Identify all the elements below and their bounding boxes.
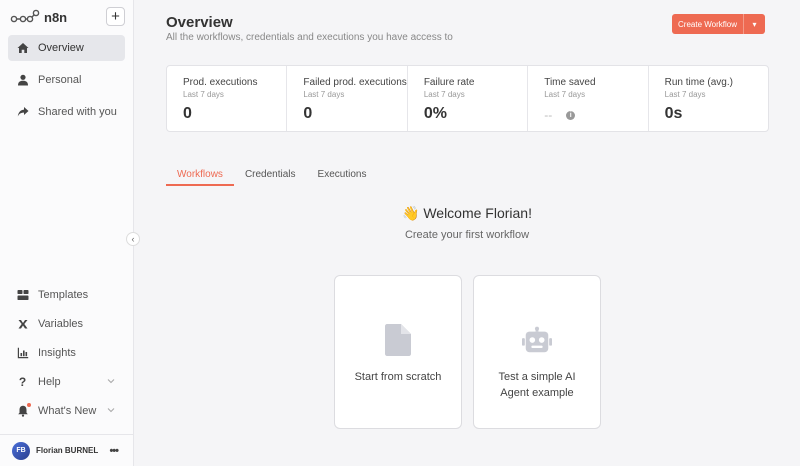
sidebar-item-help[interactable]: ? Help [8, 369, 125, 395]
robot-icon [522, 323, 552, 357]
tab-credentials[interactable]: Credentials [234, 166, 307, 186]
sidebar-item-label: Insights [38, 347, 76, 359]
ai-agent-example-card[interactable]: Test a simple AI Agent example [473, 275, 601, 429]
sidebar-item-label: Variables [38, 318, 84, 330]
card-label: Test a simple AI Agent example [498, 371, 576, 399]
sidebar-item-label: Personal [38, 74, 82, 86]
sidebar-item-label: Help [38, 376, 61, 388]
stat-label: Time saved [544, 77, 596, 88]
sidebar-item-insights[interactable]: Insights [8, 340, 125, 366]
stat-label: Prod. executions [183, 77, 258, 88]
create-workflow-button[interactable]: Create Workflow [672, 14, 744, 34]
stat-label: Failure rate [423, 77, 475, 88]
app-name: n8n [44, 9, 68, 25]
stat-period: Last 7 days [664, 90, 706, 99]
create-workflow-button-group: Create Workflow ▾ [672, 14, 765, 34]
tab-bar: Workflows Credentials Executions [166, 166, 377, 186]
templates-icon [16, 289, 29, 302]
variables-icon [16, 318, 29, 331]
page-title: Overview [166, 14, 233, 31]
stat-time-saved: Time saved Last 7 days -- i [528, 66, 649, 131]
sidebar-item-whats-new[interactable]: What's New [8, 398, 125, 424]
card-label: Start from scratch [354, 371, 442, 383]
start-from-scratch-card[interactable]: Start from scratch [334, 275, 462, 429]
home-icon [16, 42, 29, 55]
stat-label: Run time (avg.) [664, 77, 733, 88]
stat-value: 0 [183, 105, 192, 122]
chevron-down-icon [107, 408, 115, 413]
chevron-down-icon [107, 379, 115, 384]
sidebar-item-variables[interactable]: Variables [8, 311, 125, 337]
stat-label: Failed prod. executions [303, 77, 407, 88]
stat-value: 0s [664, 105, 683, 122]
add-button[interactable]: + [106, 7, 125, 26]
stat-value-row: -- i [544, 108, 647, 122]
stat-value: 0 [303, 105, 313, 122]
user-name: Florian BURNEL [36, 446, 99, 455]
welcome-title: 👋 Welcome Florian! [402, 205, 532, 221]
user-icon [16, 74, 29, 87]
sidebar-item-label: What's New [38, 405, 97, 417]
sidebar-item-personal[interactable]: Personal [8, 67, 125, 93]
n8n-logo-icon [10, 9, 40, 23]
stat-value: 0% [423, 105, 447, 122]
stat-failed-executions: Failed prod. executions Last 7 days 0 [287, 66, 408, 131]
stat-prod-executions: Prod. executions Last 7 days 0 [167, 66, 288, 131]
create-dropdown-button[interactable]: ▾ [744, 14, 765, 34]
sidebar-item-overview[interactable]: Overview [8, 35, 125, 61]
stat-run-time: Run time (avg.) Last 7 days 0s [649, 66, 768, 131]
collapse-sidebar-button[interactable]: ‹ [126, 232, 140, 246]
sidebar-item-label: Shared with you [38, 106, 117, 118]
user-bar[interactable]: FB Florian BURNEL ••• [0, 434, 134, 466]
avatar: FB [12, 441, 30, 460]
tab-executions[interactable]: Executions [307, 166, 378, 186]
stat-period: Last 7 days [183, 90, 224, 99]
stat-value: -- [544, 108, 553, 122]
user-menu-button[interactable]: ••• [109, 445, 119, 457]
sidebar-item-label: Overview [38, 42, 84, 54]
stat-period: Last 7 days [423, 90, 465, 99]
share-icon [16, 106, 29, 119]
stat-period: Last 7 days [303, 90, 345, 99]
help-icon: ? [18, 375, 27, 389]
sidebar-item-shared[interactable]: Shared with you [8, 99, 125, 125]
stat-period: Last 7 days [544, 90, 586, 99]
info-icon[interactable]: i [566, 110, 576, 120]
stats-panel: Prod. executions Last 7 days 0 Failed pr… [166, 65, 769, 132]
notification-dot [27, 402, 31, 407]
file-icon [383, 323, 413, 357]
insights-icon [16, 347, 29, 360]
sidebar-item-label: Templates [38, 289, 89, 301]
page-subtitle: All the workflows, credentials and execu… [166, 32, 453, 43]
bell-icon [16, 402, 31, 418]
app-logo[interactable]: n8n [10, 7, 67, 27]
welcome-subtitle: Create your first workflow [404, 229, 530, 241]
tab-workflows[interactable]: Workflows [166, 166, 234, 186]
sidebar-item-templates[interactable]: Templates [8, 282, 125, 308]
sidebar: n8n + Overview Personal Shared with you … [0, 0, 134, 466]
stat-failure-rate: Failure rate Last 7 days 0% [408, 66, 529, 131]
